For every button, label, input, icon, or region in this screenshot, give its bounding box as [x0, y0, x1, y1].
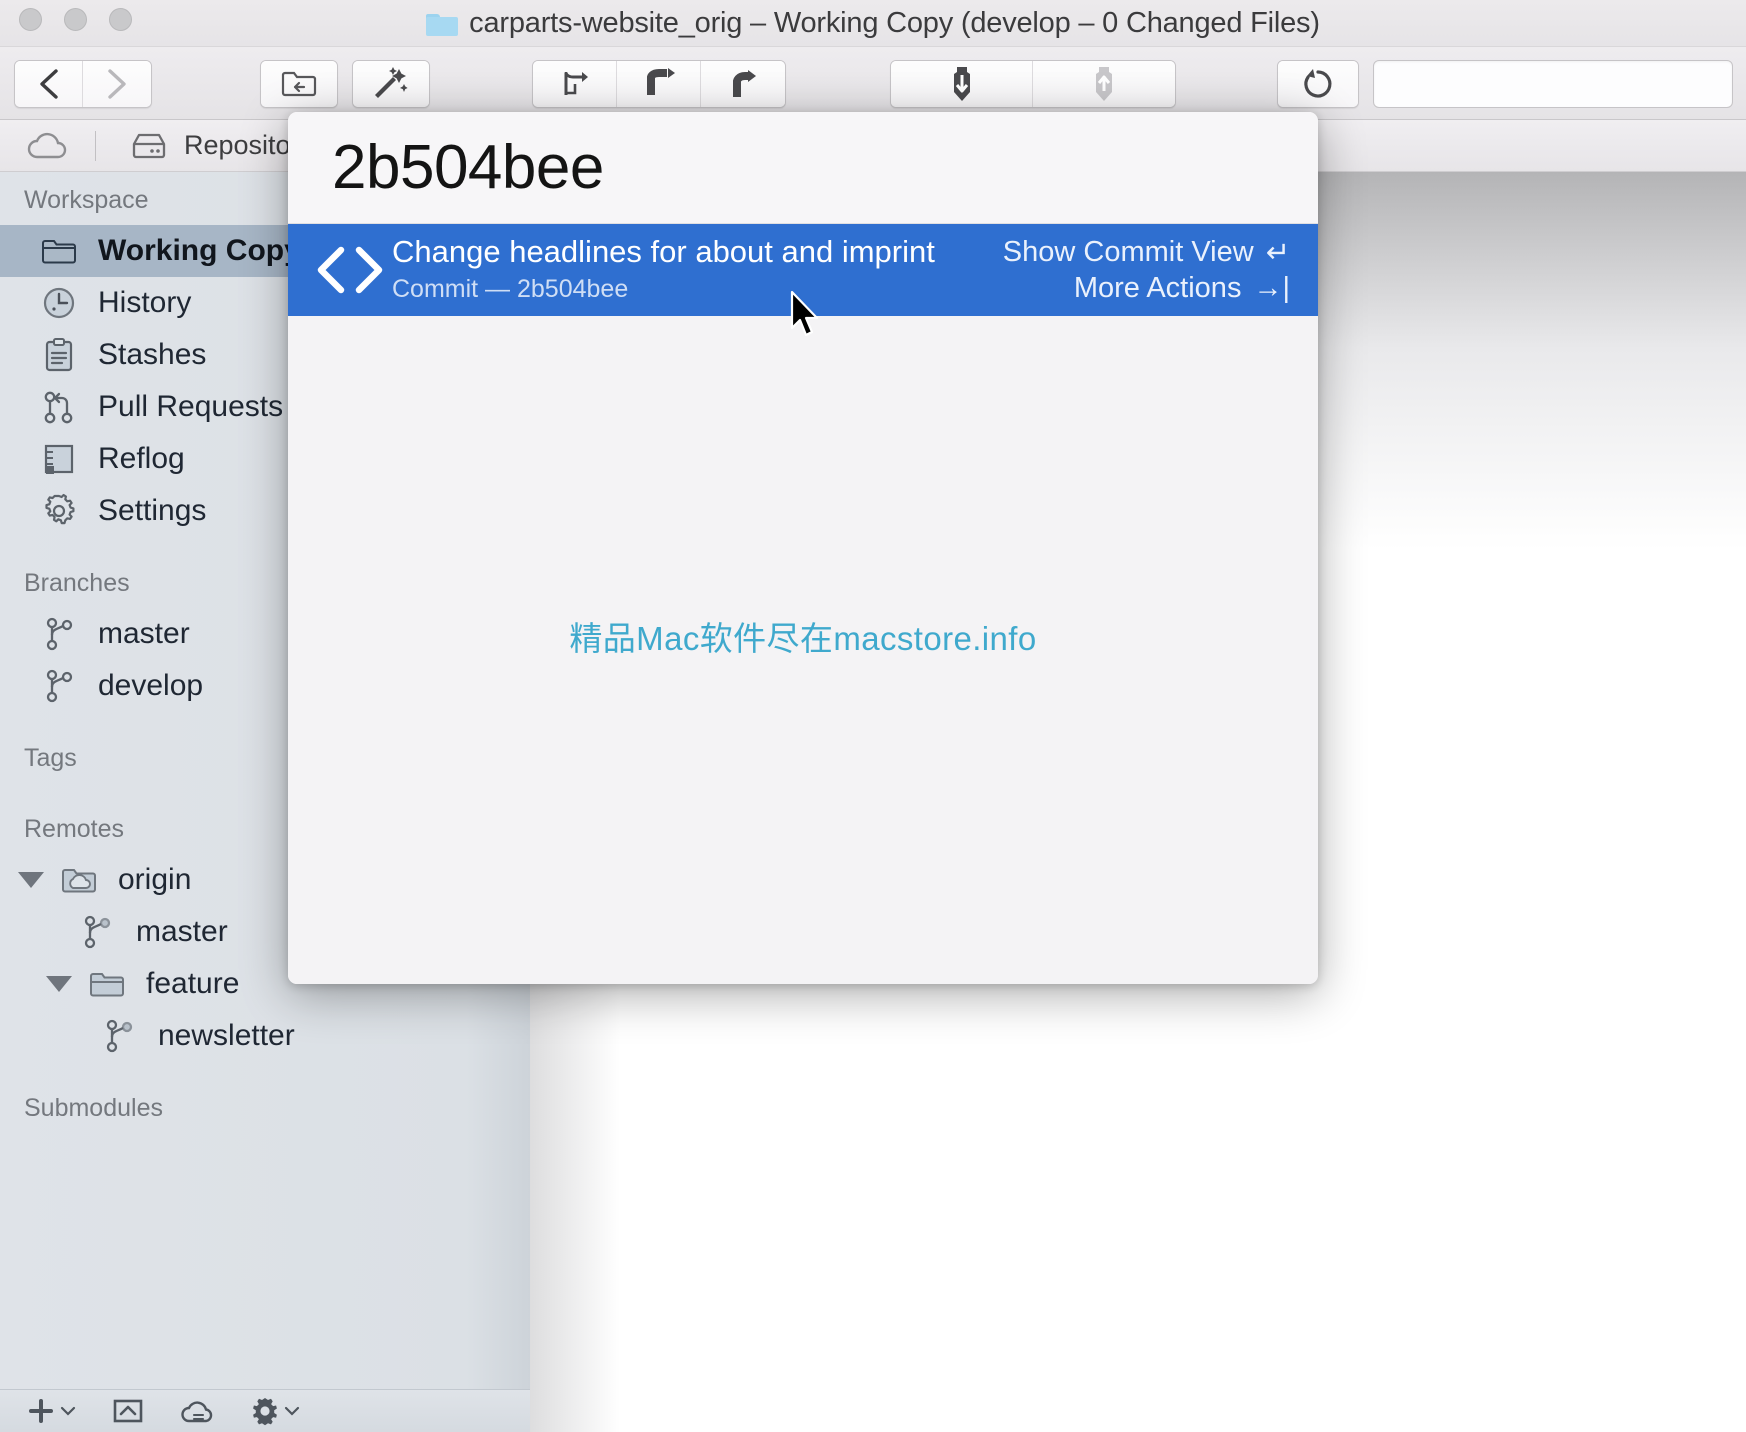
sidebar-item-label: Stashes — [98, 338, 207, 371]
sidebar-item-label: develop — [98, 669, 204, 702]
quick-actions-result-subtitle: Commit — 2b504bee — [392, 275, 629, 304]
clock-icon — [43, 287, 75, 319]
remote-folder-icon — [62, 869, 96, 893]
sidebar-remote-newsletter[interactable]: newsletter — [0, 1010, 530, 1062]
gear-icon — [45, 493, 75, 525]
branch-icon — [106, 1019, 133, 1053]
branch-icon — [46, 669, 73, 703]
folder-icon — [426, 11, 459, 36]
toolbar-group-branch — [532, 60, 786, 108]
chevron-down-icon — [284, 1406, 300, 1416]
quick-actions-result-title: Change headlines for about and imprint — [392, 234, 935, 270]
cloud-button[interactable] — [180, 1397, 214, 1425]
sidebar-footer — [0, 1389, 530, 1432]
toolbar-group-sync — [890, 60, 1176, 108]
cloud-icon — [27, 132, 66, 158]
sidebar-heading-submodules: Submodules — [24, 1094, 163, 1122]
tab-key-icon: →| — [1253, 272, 1290, 304]
cloud-lines-icon — [181, 1401, 213, 1423]
window-title-container: carparts-website_orig – Working Copy (de… — [0, 0, 1746, 47]
discard-button[interactable] — [1278, 61, 1358, 107]
watermark-text: 精品Mac软件尽在macstore.info — [569, 620, 1037, 657]
toolbar-group-open — [260, 60, 338, 108]
reflog-icon — [44, 444, 74, 474]
quick-actions-query: 2b504bee — [332, 133, 604, 202]
quick-actions-result-text: Change headlines for about and imprint C… — [392, 234, 935, 305]
sidebar-item-label: Reflog — [98, 442, 185, 475]
tower-app-window: carparts-website_orig – Working Copy (de… — [0, 0, 1746, 1432]
pull-button[interactable] — [891, 61, 1033, 107]
merge-button[interactable] — [617, 61, 701, 107]
cloud-services-tab[interactable] — [0, 120, 95, 172]
more-actions-label: More Actions — [1073, 272, 1242, 304]
toolbar-group-quick-actions — [352, 60, 430, 108]
plus-icon — [29, 1399, 53, 1423]
quick-actions-action-list: Show Commit View ↵ More Actions →| — [1003, 235, 1290, 305]
pull-request-icon — [44, 391, 73, 424]
push-button[interactable] — [1033, 61, 1175, 107]
branch-icon — [84, 915, 111, 949]
chevron-down-icon[interactable] — [46, 976, 72, 992]
sidebar-item-label: feature — [146, 967, 240, 1000]
rebase-button[interactable] — [701, 61, 785, 107]
toolbar — [0, 47, 1746, 120]
sidebar-item-label: Working Copy — [98, 234, 301, 267]
quick-actions-result-row[interactable]: Change headlines for about and imprint C… — [288, 224, 1318, 316]
sidebar-item-label: History — [98, 286, 192, 319]
branch-icon — [46, 617, 73, 651]
clipboard-icon — [45, 338, 73, 372]
quick-actions-body: 精品Mac软件尽在macstore.info — [288, 316, 1318, 984]
branch-button[interactable] — [533, 61, 617, 107]
sidebar-item-label: master — [136, 915, 228, 948]
open-in-finder-button[interactable] — [261, 61, 337, 107]
forward-button[interactable] — [83, 61, 151, 107]
sidebar-item-label: Settings — [98, 494, 207, 527]
toolbar-group-navigation — [14, 60, 152, 108]
sidebar-item-label: master — [98, 617, 190, 650]
chevron-down-icon — [60, 1406, 76, 1416]
show-commit-view-label: Show Commit View — [1002, 236, 1254, 268]
pull-icon-button[interactable] — [112, 1397, 144, 1425]
quick-actions-search-input[interactable]: 2b504bee — [288, 112, 1318, 224]
sidebar-item-label: origin — [118, 863, 192, 896]
toolbar-group-history — [1277, 60, 1359, 108]
sidebar-item-label: Pull Requests — [98, 390, 284, 423]
drive-icon — [132, 133, 166, 158]
title-bar: carparts-website_orig – Working Copy (de… — [0, 0, 1746, 47]
add-button[interactable] — [26, 1396, 76, 1426]
quick-actions-popup: 2b504bee Change headlines for about and … — [288, 112, 1318, 984]
sidebar-item-label: newsletter — [158, 1019, 295, 1052]
code-brackets-icon — [312, 242, 388, 298]
folder-icon — [42, 240, 76, 264]
chevron-down-icon[interactable] — [18, 872, 44, 888]
quick-actions-button[interactable] — [353, 61, 429, 107]
more-actions-action[interactable]: More Actions →| — [1074, 272, 1290, 305]
search-field[interactable] — [1373, 60, 1733, 108]
back-button[interactable] — [15, 61, 83, 107]
return-key-icon: ↵ — [1265, 237, 1290, 269]
settings-button[interactable] — [250, 1396, 300, 1426]
window-title: carparts-website_orig – Working Copy (de… — [469, 7, 1320, 39]
show-commit-view-action[interactable]: Show Commit View ↵ — [1003, 235, 1290, 270]
tray-up-icon — [113, 1399, 143, 1423]
gear-icon — [253, 1398, 277, 1426]
folder-icon — [90, 973, 124, 997]
